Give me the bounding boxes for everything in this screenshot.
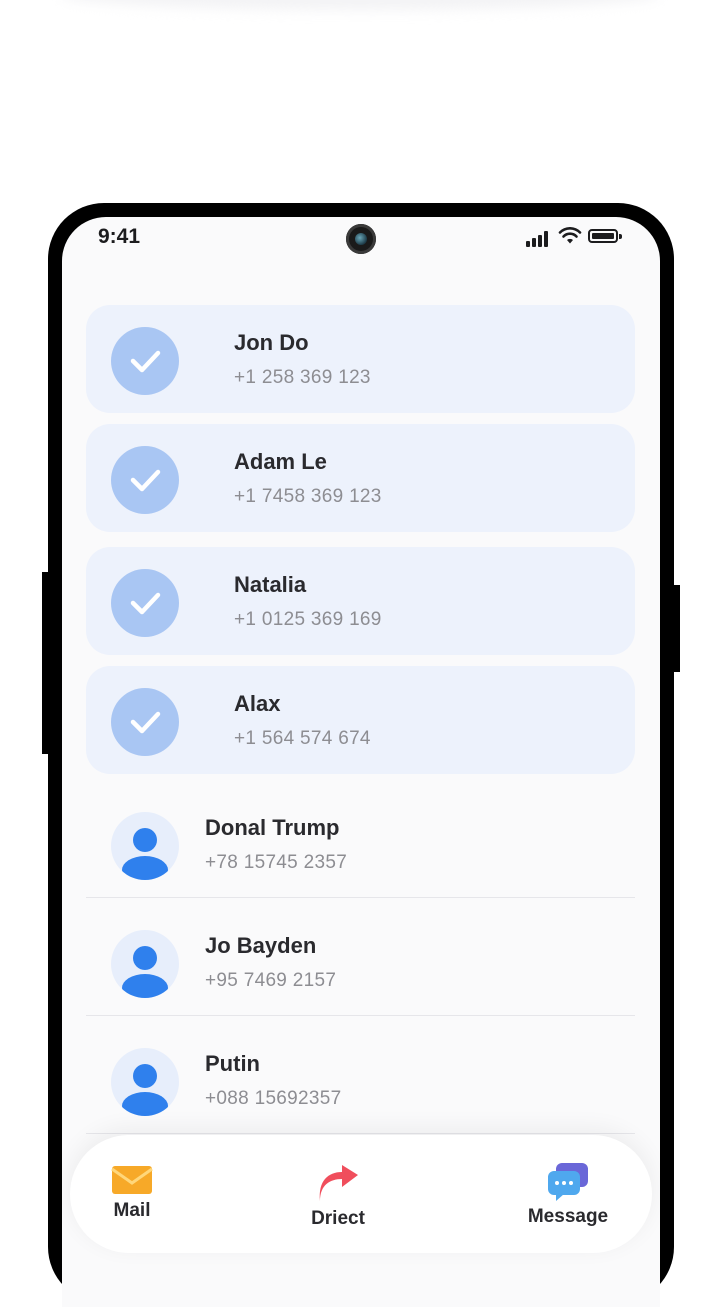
direct-label: Driect bbox=[311, 1208, 365, 1229]
contact-name: Natalia bbox=[234, 572, 307, 597]
contact-phone: +95 7469 2157 bbox=[205, 970, 337, 991]
contact-phone: +088 15692357 bbox=[205, 1088, 342, 1109]
person-icon bbox=[111, 930, 179, 998]
message-label: Message bbox=[527, 1206, 609, 1227]
message-icon bbox=[548, 1163, 588, 1201]
contact-row[interactable]: Adam Le +1 7458 369 123 bbox=[86, 424, 635, 532]
signal-icon bbox=[526, 231, 550, 247]
check-icon bbox=[111, 688, 179, 756]
wifi-icon bbox=[558, 227, 582, 244]
top-glow bbox=[60, 0, 660, 10]
check-icon bbox=[111, 446, 179, 514]
contact-name: Donal Trump bbox=[205, 815, 340, 840]
contact-name: Jo Bayden bbox=[205, 933, 317, 958]
mail-label: Mail bbox=[113, 1200, 151, 1221]
direct-tab[interactable]: Driect bbox=[304, 1165, 372, 1230]
contact-row[interactable]: Jon Do +1 258 369 123 bbox=[86, 305, 635, 413]
front-camera bbox=[346, 224, 376, 254]
contact-name: Alax bbox=[234, 691, 281, 716]
check-icon bbox=[111, 569, 179, 637]
mail-tab[interactable]: Mail bbox=[106, 1165, 158, 1222]
contact-row[interactable]: Putin +088 15692357 bbox=[86, 1026, 635, 1134]
message-tab[interactable]: Message bbox=[518, 1161, 618, 1228]
contact-row[interactable]: Donal Trump +78 15745 2357 bbox=[86, 790, 635, 898]
contact-phone: +1 258 369 123 bbox=[234, 367, 371, 388]
bottom-nav-bar: Mail Driect Message bbox=[70, 1135, 652, 1253]
contact-phone: +78 15745 2357 bbox=[205, 852, 348, 873]
status-icons bbox=[526, 227, 626, 247]
phone-screen: 9:41 Jon Do +1 258 369 123 Adam Le +1 74… bbox=[62, 217, 660, 1307]
mail-icon bbox=[111, 1166, 153, 1194]
contact-phone: +1 564 574 674 bbox=[234, 728, 371, 749]
person-icon bbox=[111, 812, 179, 880]
contact-name: Putin bbox=[205, 1051, 260, 1076]
battery-icon bbox=[588, 229, 622, 243]
person-icon bbox=[111, 1048, 179, 1116]
contact-name: Jon Do bbox=[234, 330, 309, 355]
contact-row[interactable]: Natalia +1 0125 369 169 bbox=[86, 547, 635, 655]
contact-row[interactable]: Jo Bayden +95 7469 2157 bbox=[86, 908, 635, 1016]
contact-phone: +1 7458 369 123 bbox=[234, 486, 382, 507]
contact-name: Adam Le bbox=[234, 449, 327, 474]
direct-arrow-icon bbox=[319, 1165, 358, 1201]
contact-phone: +1 0125 369 169 bbox=[234, 609, 382, 630]
contact-row[interactable]: Alax +1 564 574 674 bbox=[86, 666, 635, 774]
check-icon bbox=[111, 327, 179, 395]
status-time: 9:41 bbox=[98, 225, 141, 248]
